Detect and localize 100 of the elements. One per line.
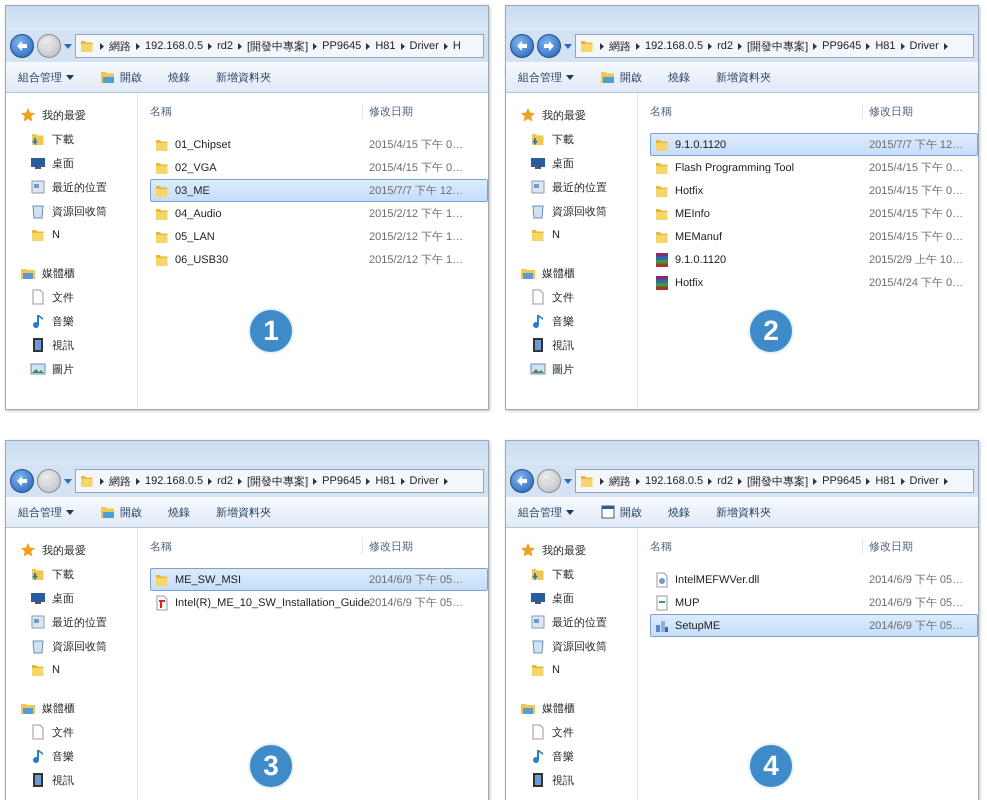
nav-item[interactable]: 音樂 [30, 744, 137, 768]
breadcrumb[interactable]: 192.168.0.5 [145, 40, 204, 52]
nav-item[interactable]: 媒體櫃 [520, 261, 637, 285]
address-bar[interactable]: 網路 192.168.0.5 rd2 [開發中專案] PP9645 H81 Driver [575, 34, 974, 58]
nav-item[interactable]: 下載 [30, 562, 137, 586]
breadcrumb[interactable]: 網路 [109, 38, 131, 54]
back-button[interactable] [510, 34, 534, 58]
breadcrumb[interactable]: PP9645 [322, 40, 362, 52]
nav-item[interactable]: 我的最愛 [520, 103, 637, 127]
file-row[interactable]: MEManuf 2015/4/15 下午 0… [650, 225, 978, 248]
dropdown-arrow-icon[interactable] [564, 478, 572, 484]
nav-item[interactable]: 文件 [30, 720, 137, 744]
nav-item[interactable]: 文件 [30, 285, 137, 309]
nav-item[interactable]: 桌面 [30, 151, 137, 175]
column-header[interactable]: 修改日期 [362, 538, 488, 554]
toolbar-button[interactable]: 新增資料夾 [216, 504, 271, 520]
nav-item[interactable]: 視訊 [30, 333, 137, 357]
toolbar-button[interactable]: 新增資料夾 [716, 504, 771, 520]
toolbar-button[interactable]: 組合管理 [18, 70, 74, 84]
nav-item[interactable]: 桌面 [530, 151, 637, 175]
breadcrumb[interactable]: PP9645 [322, 475, 362, 487]
breadcrumb[interactable]: Driver [410, 475, 439, 487]
dropdown-arrow-icon[interactable] [564, 44, 572, 48]
toolbar-button[interactable]: 燒錄 [168, 70, 190, 84]
nav-item[interactable]: 資源回收筒 [530, 199, 637, 223]
nav-item[interactable]: N [30, 223, 137, 247]
nav-item[interactable]: 媒體櫃 [20, 696, 137, 720]
toolbar-button[interactable]: 開啟 [600, 69, 642, 85]
nav-item[interactable]: 桌面 [30, 586, 137, 610]
breadcrumb[interactable]: [開發中專案] [747, 38, 808, 54]
breadcrumb[interactable]: Driver [910, 475, 939, 487]
breadcrumb[interactable]: rd2 [717, 40, 734, 52]
breadcrumb[interactable]: PP9645 [822, 40, 862, 52]
back-button[interactable] [10, 34, 34, 58]
nav-item[interactable]: 媒體櫃 [20, 261, 137, 285]
nav-item[interactable]: 圖片 [530, 357, 637, 381]
nav-item[interactable]: 下載 [30, 127, 137, 151]
breadcrumb[interactable]: [開發中專案] [247, 38, 308, 54]
breadcrumb[interactable]: rd2 [717, 475, 734, 487]
breadcrumb[interactable]: 網路 [609, 38, 631, 54]
nav-item[interactable]: N [530, 223, 637, 247]
file-row[interactable]: Flash Programming Tool 2015/4/15 下午 0… [650, 156, 978, 179]
dropdown-arrow-icon[interactable] [64, 44, 72, 48]
column-header[interactable]: 名稱 [650, 538, 862, 554]
file-row[interactable]: 03_ME 2015/7/7 下午 12… [150, 179, 488, 202]
nav-item[interactable]: 圖片 [30, 357, 137, 381]
nav-item[interactable]: 最近的位置 [530, 175, 637, 199]
toolbar-button[interactable]: 開啟 [600, 504, 642, 520]
nav-item[interactable]: N [530, 658, 637, 682]
breadcrumb[interactable]: [開發中專案] [747, 474, 808, 488]
nav-item[interactable]: 文件 [530, 720, 637, 744]
breadcrumb[interactable]: 網路 [109, 474, 131, 488]
forward-button[interactable] [537, 34, 561, 58]
file-row[interactable]: 04_Audio 2015/2/12 下午 1… [150, 202, 488, 225]
file-row[interactable]: MEInfo 2015/4/15 下午 0… [650, 202, 978, 225]
breadcrumb[interactable]: H81 [375, 475, 396, 487]
toolbar-button[interactable]: 組合管理 [518, 70, 574, 84]
breadcrumb[interactable]: 192.168.0.5 [145, 475, 204, 487]
nav-item[interactable]: 資源回收筒 [30, 199, 137, 223]
file-row[interactable]: Hotfix 2015/4/24 下午 0… [650, 271, 978, 294]
column-header[interactable]: 修改日期 [862, 538, 978, 554]
toolbar-button[interactable]: 燒錄 [668, 70, 690, 84]
file-row[interactable]: MUP 2014/6/9 下午 05… [650, 591, 978, 614]
column-header[interactable]: 修改日期 [862, 104, 978, 118]
file-row[interactable]: 02_VGA 2015/4/15 下午 0… [150, 156, 488, 179]
file-row[interactable]: 9.1.0.1120 2015/7/7 下午 12… [650, 133, 978, 156]
toolbar-button[interactable]: 新增資料夾 [716, 70, 771, 84]
nav-item[interactable]: 最近的位置 [30, 610, 137, 634]
column-header[interactable]: 名稱 [150, 538, 362, 554]
file-row[interactable]: 05_LAN 2015/2/12 下午 1… [150, 225, 488, 248]
nav-item[interactable]: 文件 [530, 285, 637, 309]
toolbar-button[interactable]: 燒錄 [668, 504, 690, 520]
toolbar-button[interactable]: 組合管理 [18, 504, 74, 520]
nav-item[interactable]: 最近的位置 [530, 610, 637, 634]
address-bar[interactable]: 網路 192.168.0.5 rd2 [開發中專案] PP9645 H81 Driver H [75, 34, 484, 58]
nav-item[interactable]: 視訊 [530, 768, 637, 792]
file-row[interactable]: Hotfix 2015/4/15 下午 0… [650, 179, 978, 202]
nav-item[interactable]: 媒體櫃 [520, 696, 637, 720]
nav-item[interactable]: 下載 [530, 127, 637, 151]
back-button[interactable] [510, 469, 534, 493]
breadcrumb[interactable]: 192.168.0.5 [645, 475, 704, 487]
toolbar-button[interactable]: 開啟 [100, 69, 142, 85]
breadcrumb[interactable]: H81 [875, 475, 896, 487]
nav-item[interactable]: 我的最愛 [520, 538, 637, 562]
nav-item[interactable]: 下載 [530, 562, 637, 586]
nav-item[interactable]: 音樂 [30, 309, 137, 333]
toolbar-button[interactable]: 燒錄 [168, 504, 190, 520]
breadcrumb[interactable]: rd2 [217, 475, 234, 487]
back-button[interactable] [10, 469, 34, 493]
toolbar-button[interactable]: 新增資料夾 [216, 70, 271, 84]
column-header[interactable]: 名稱 [150, 104, 362, 118]
nav-item[interactable]: N [30, 658, 137, 682]
nav-item[interactable]: 音樂 [530, 309, 637, 333]
toolbar-button[interactable]: 組合管理 [518, 504, 574, 520]
dropdown-arrow-icon[interactable] [64, 478, 72, 484]
nav-item[interactable]: 我的最愛 [20, 103, 137, 127]
nav-item[interactable]: 桌面 [530, 586, 637, 610]
breadcrumb[interactable]: H [452, 40, 461, 52]
nav-item[interactable]: 最近的位置 [30, 175, 137, 199]
toolbar-button[interactable]: 開啟 [100, 504, 142, 520]
